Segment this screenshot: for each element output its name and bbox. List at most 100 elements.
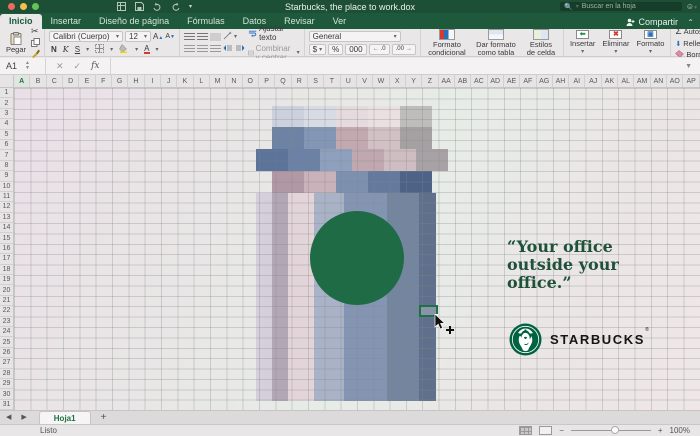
add-sheet-button[interactable]: + [91, 412, 117, 424]
row-header-20[interactable]: 20 [0, 285, 13, 296]
formula-bar-collapse-icon[interactable]: ▼ [685, 63, 692, 70]
zoom-in-button[interactable]: + [658, 426, 663, 435]
column-header-AI[interactable]: AI [569, 75, 586, 87]
align-right-icon[interactable] [209, 45, 221, 53]
row-header-17[interactable]: 17 [0, 254, 13, 265]
column-header-AJ[interactable]: AJ [585, 75, 602, 87]
row-header-2[interactable]: 2 [0, 98, 13, 109]
row-header-9[interactable]: 9 [0, 171, 13, 182]
format-painter-icon[interactable] [31, 49, 41, 58]
column-header-AH[interactable]: AH [553, 75, 570, 87]
column-header-AP[interactable]: AP [683, 75, 700, 87]
zoom-slider-knob[interactable] [610, 426, 619, 434]
align-left-icon[interactable] [183, 45, 195, 53]
minimize-window-button[interactable] [20, 3, 27, 10]
wrap-text-button[interactable]: Ajustar texto [248, 24, 300, 42]
grow-font-button[interactable]: A▲ [153, 32, 163, 41]
zoom-slider[interactable] [570, 426, 651, 434]
column-header-AC[interactable]: AC [471, 75, 488, 87]
menu-tab-fórmulas[interactable]: Fórmulas [178, 14, 234, 29]
row-header-27[interactable]: 27 [0, 358, 13, 369]
font-size-select[interactable]: 12 ▾ [125, 30, 152, 42]
cut-icon[interactable]: ✂ [31, 27, 40, 36]
column-header-AO[interactable]: AO [667, 75, 684, 87]
menu-tab-ver[interactable]: Ver [324, 14, 356, 29]
sheet-canvas[interactable]: “Your office outside your office.” STARBUC… [14, 88, 700, 410]
row-header-29[interactable]: 29 [0, 379, 13, 390]
font-color-button[interactable]: A [144, 44, 150, 54]
row-header-7[interactable]: 7 [0, 150, 13, 161]
column-header-AA[interactable]: AA [439, 75, 455, 87]
orientation-button[interactable] [223, 31, 232, 42]
row-header-31[interactable]: 31 [0, 400, 13, 411]
increase-indent-icon[interactable] [235, 44, 245, 54]
column-header-C[interactable]: C [47, 75, 63, 87]
percent-format-button[interactable]: % [328, 43, 344, 55]
column-header-Y[interactable]: Y [406, 75, 423, 87]
normal-view-icon[interactable] [519, 426, 533, 435]
confirm-entry-icon[interactable]: ✓ [74, 61, 82, 72]
fill-button[interactable]: ⬇Rellenar▾ [675, 39, 700, 48]
column-header-AN[interactable]: AN [651, 75, 668, 87]
workbook-icon[interactable] [117, 2, 126, 11]
row-header-22[interactable]: 22 [0, 306, 13, 317]
row-headers[interactable]: 1 2 3 4 5 6 7 8 9 10 11 12 13 14 15 16 17 18 19 20 21 22 23 24 2… [0, 88, 14, 411]
row-header-13[interactable]: 13 [0, 213, 13, 224]
column-header-U[interactable]: U [341, 75, 357, 87]
insert-function-icon[interactable]: fx [91, 61, 99, 71]
format-as-table-button[interactable]: Dar formato como tabla [472, 28, 520, 57]
column-header-S[interactable]: S [308, 75, 325, 87]
row-header-21[interactable]: 21 [0, 296, 13, 307]
column-header-AE[interactable]: AE [504, 75, 521, 87]
column-header-H[interactable]: H [128, 75, 145, 87]
menu-tab-insertar[interactable]: Insertar [42, 14, 91, 29]
thousands-format-button[interactable]: 000 [345, 43, 367, 55]
column-header-J[interactable]: J [161, 75, 178, 87]
row-header-5[interactable]: 5 [0, 130, 13, 140]
copy-icon[interactable] [31, 38, 41, 47]
undo-icon[interactable] [153, 2, 162, 11]
row-header-14[interactable]: 14 [0, 223, 13, 234]
name-box[interactable]: A1 ▲ ▼ [0, 58, 46, 74]
row-header-30[interactable]: 30 [0, 389, 13, 400]
close-window-button[interactable] [8, 3, 15, 10]
paste-button[interactable]: Pegar [4, 31, 28, 54]
column-header-M[interactable]: M [210, 75, 227, 87]
search-input[interactable]: 🔍 ▾ Buscar en la hoja [560, 2, 682, 11]
row-header-18[interactable]: 18 [0, 265, 13, 276]
column-headers[interactable]: A B C D E F G H I J K L M N O P Q R S T U V W X Y Z AA AB AC AD AE AF AG… [14, 75, 700, 88]
italic-button[interactable]: K [63, 45, 69, 54]
share-button[interactable]: Compartir [626, 17, 678, 27]
row-header-15[interactable]: 15 [0, 233, 13, 244]
column-header-O[interactable]: O [243, 75, 259, 87]
decrease-indent-icon[interactable] [223, 44, 233, 54]
zoom-out-button[interactable]: − [559, 426, 564, 435]
column-header-AM[interactable]: AM [634, 75, 651, 87]
column-header-Q[interactable]: Q [275, 75, 292, 87]
column-header-AB[interactable]: AB [455, 75, 472, 87]
format-cells-button[interactable]: ▣ Formato ▾ [634, 29, 666, 55]
row-header-19[interactable]: 19 [0, 275, 13, 286]
save-icon[interactable] [135, 2, 144, 11]
align-top-icon[interactable] [183, 32, 195, 41]
conditional-formatting-button[interactable]: Formato condicional [425, 28, 469, 57]
autosum-button[interactable]: ΣAutosuma▾ [675, 26, 700, 37]
row-header-16[interactable]: 16 [0, 244, 13, 255]
font-name-select[interactable]: Calibri (Cuerpo) ▾ [49, 30, 124, 42]
next-sheet-arrow[interactable]: ▶ [15, 413, 30, 424]
row-header-6[interactable]: 6 [0, 140, 13, 151]
borders-button[interactable] [95, 43, 105, 55]
column-header-B[interactable]: B [30, 75, 47, 87]
row-header-3[interactable]: 3 [0, 109, 13, 120]
align-bottom-icon[interactable] [209, 32, 221, 41]
column-header-AG[interactable]: AG [537, 75, 553, 87]
feedback-smiley-icon[interactable]: ☺▾ [686, 2, 697, 11]
row-header-23[interactable]: 23 [0, 317, 13, 327]
maximize-window-button[interactable] [32, 3, 39, 10]
column-header-Z[interactable]: Z [422, 75, 439, 87]
row-header-25[interactable]: 25 [0, 337, 13, 348]
column-header-N[interactable]: N [226, 75, 243, 87]
column-header-A[interactable]: A [14, 75, 31, 87]
decrease-decimal-button[interactable]: .00 → [391, 43, 416, 55]
select-all-corner[interactable] [0, 75, 14, 88]
